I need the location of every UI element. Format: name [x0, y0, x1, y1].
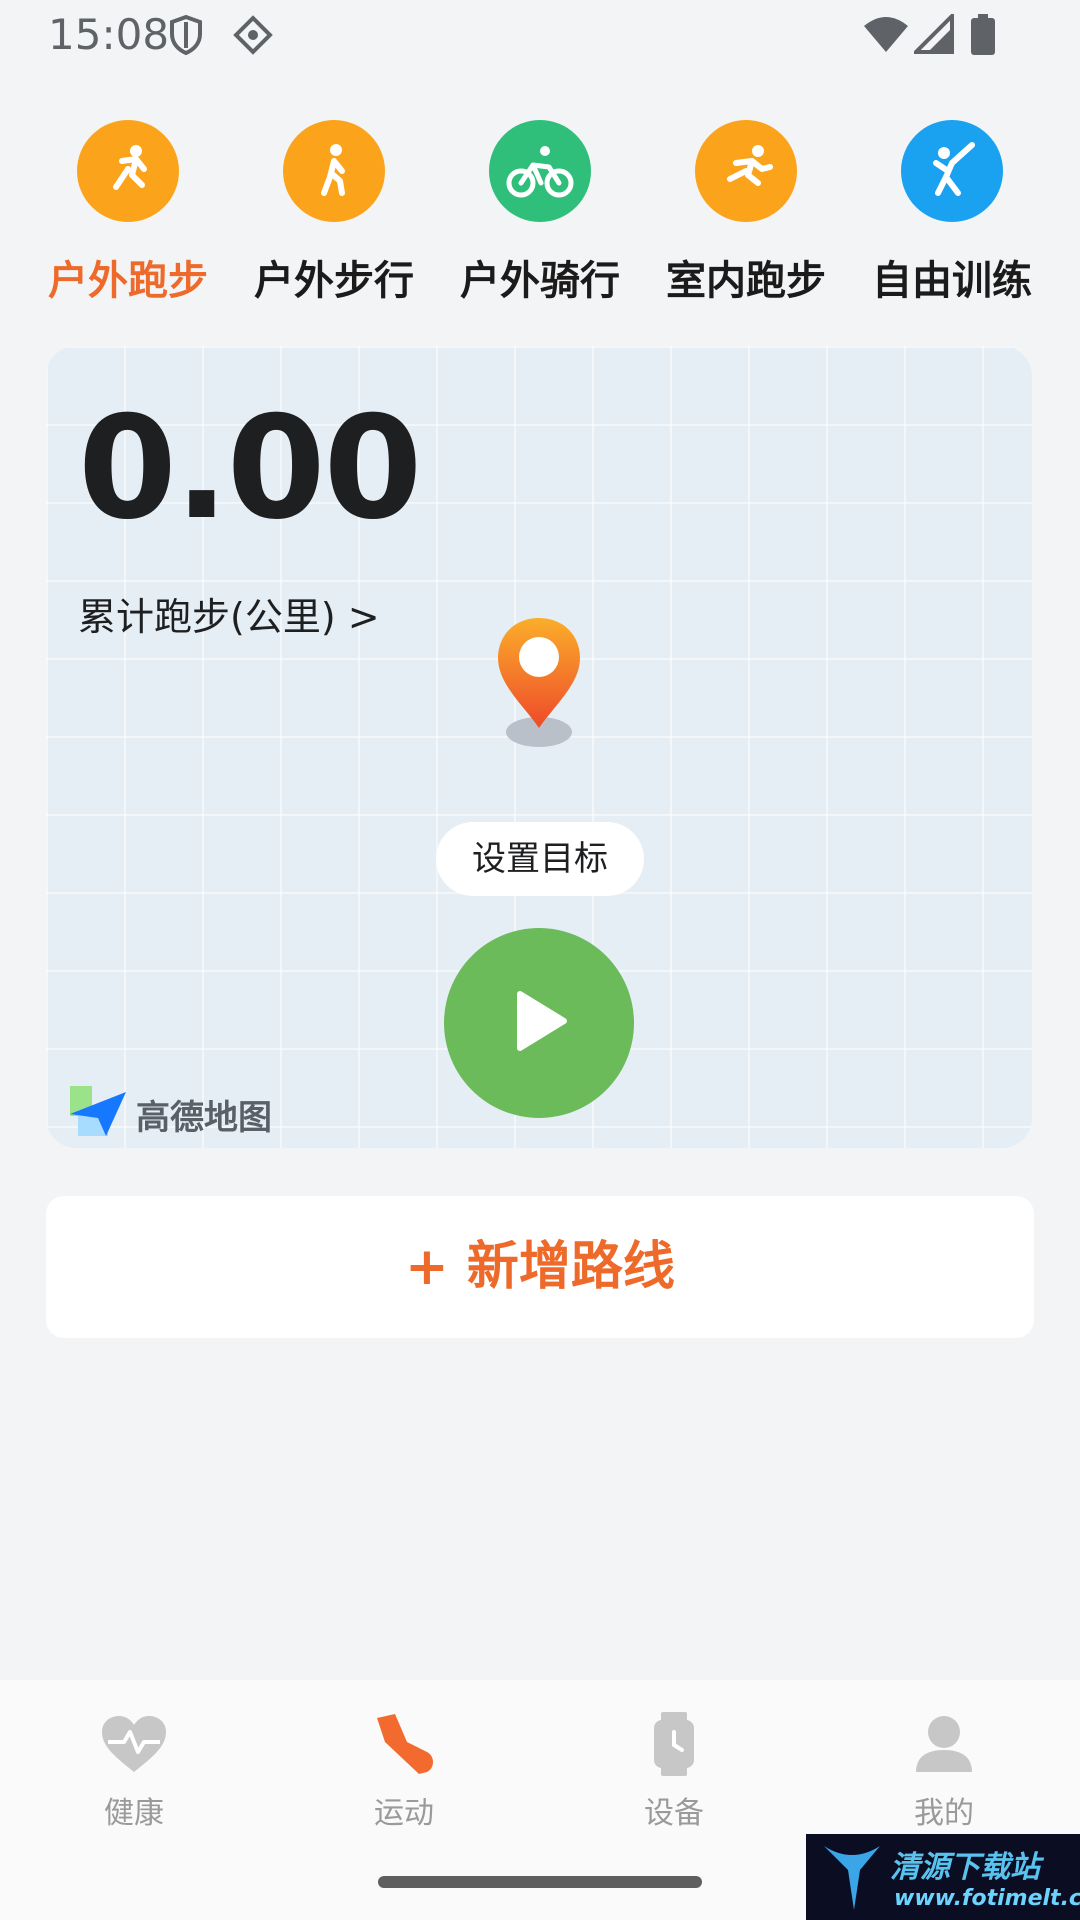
- nav-item-sport[interactable]: 运动: [314, 1710, 494, 1832]
- total-distance-value: 0.00: [78, 386, 422, 551]
- nav-label: 我的: [914, 1796, 974, 1831]
- watermark-logo: [824, 1846, 880, 1910]
- watermark: 清源下载站 www.fotimelt.com: [806, 1834, 1080, 1920]
- home-indicator[interactable]: [378, 1876, 702, 1888]
- tab-free-training[interactable]: 自由训练: [849, 110, 1055, 304]
- tab-indoor-running[interactable]: 室内跑步: [643, 110, 849, 304]
- indoor-running-icon: [695, 120, 797, 222]
- play-icon: [504, 986, 574, 1060]
- wifi-icon: [862, 14, 910, 58]
- total-distance-link[interactable]: 累计跑步(公里) >: [78, 586, 380, 641]
- signal-icon: [911, 11, 954, 58]
- vpn-icon: [232, 14, 274, 60]
- watermark-url: www.fotimelt.com: [894, 1886, 1080, 1911]
- watch-icon: [584, 1710, 764, 1778]
- add-route-button[interactable]: + 新增路线: [46, 1196, 1034, 1338]
- profile-icon: [854, 1710, 1034, 1778]
- set-goal-button[interactable]: 设置目标: [436, 822, 644, 896]
- tab-label: 户外跑步: [48, 258, 208, 304]
- tab-label: 室内跑步: [666, 258, 826, 304]
- nav-label: 运动: [374, 1796, 434, 1831]
- free-training-icon: [901, 120, 1003, 222]
- running-icon: [77, 120, 179, 222]
- tab-label: 自由训练: [872, 258, 1032, 304]
- tab-outdoor-running[interactable]: 户外跑步: [25, 110, 231, 304]
- shield-icon: [168, 14, 204, 60]
- tab-outdoor-walking[interactable]: 户外步行: [231, 110, 437, 304]
- sport-shoe-icon: [314, 1710, 494, 1778]
- map-card[interactable]: 0.00 累计跑步(公里) > 设置目标 高德地图: [46, 346, 1032, 1148]
- status-time: 15:08: [48, 10, 170, 59]
- tab-label: 户外骑行: [460, 258, 620, 304]
- health-heart-icon: [44, 1710, 224, 1778]
- nav-item-health[interactable]: 健康: [44, 1710, 224, 1832]
- location-pin-icon: [484, 610, 594, 754]
- tab-label: 户外步行: [254, 258, 414, 304]
- amap-logo-text: 高德地图: [136, 1097, 272, 1138]
- nav-item-profile[interactable]: 我的: [854, 1710, 1034, 1832]
- amap-logo: 高德地图: [68, 1084, 272, 1144]
- tab-outdoor-cycling[interactable]: 户外骑行: [437, 110, 643, 304]
- nav-item-device[interactable]: 设备: [584, 1710, 764, 1832]
- cycling-icon: [489, 120, 591, 222]
- battery-icon: [970, 14, 996, 60]
- nav-label: 健康: [104, 1796, 164, 1831]
- status-bar: 15:08: [0, 0, 1080, 70]
- nav-label: 设备: [644, 1796, 704, 1831]
- start-workout-button[interactable]: [444, 928, 634, 1118]
- watermark-title: 清源下载站: [890, 1850, 1040, 1885]
- sport-type-tabs: 户外跑步 户外步行 户外骑行 室内跑步 自由训练: [0, 110, 1080, 310]
- walking-icon: [283, 120, 385, 222]
- amap-logo-icon: [68, 1084, 128, 1144]
